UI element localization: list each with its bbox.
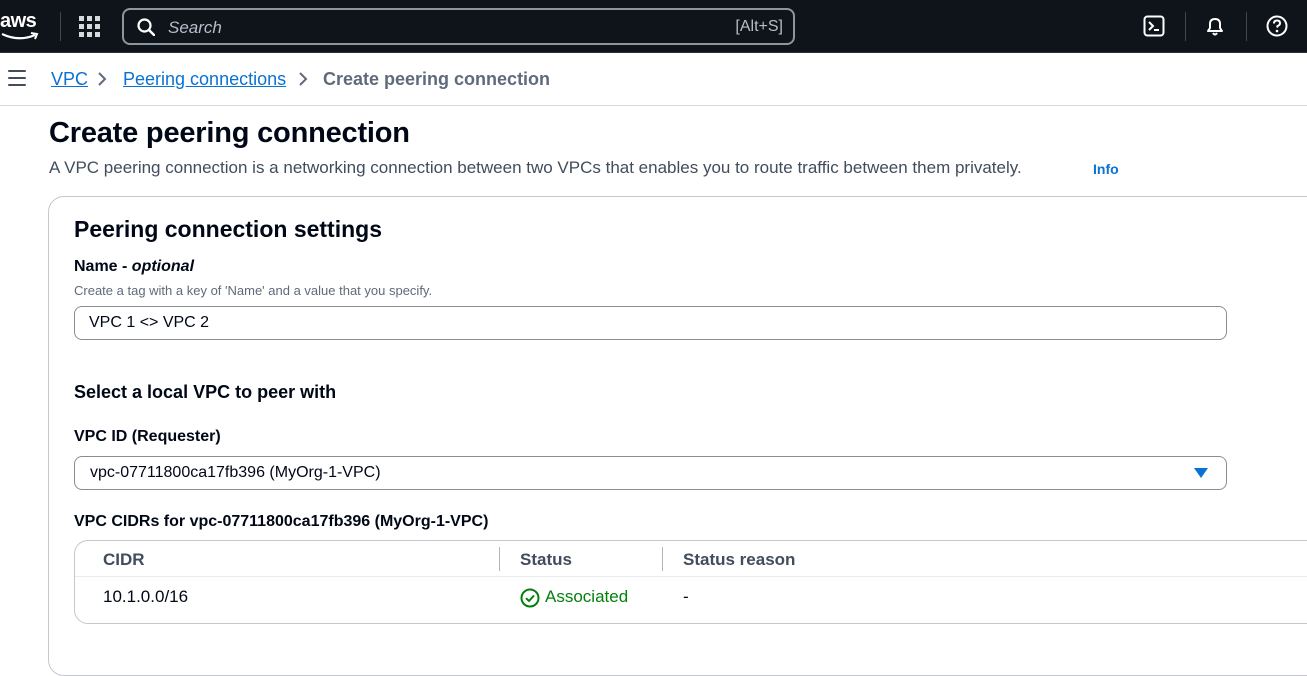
check-circle-icon bbox=[520, 588, 540, 608]
local-vpc-heading: Select a local VPC to peer with bbox=[74, 382, 337, 402]
breadcrumb-current-page: Create peering connection bbox=[323, 69, 551, 89]
cloudshell-icon[interactable] bbox=[1142, 14, 1166, 38]
column-divider[interactable] bbox=[499, 547, 500, 571]
nav-divider bbox=[1185, 12, 1186, 41]
help-icon[interactable] bbox=[1265, 14, 1289, 38]
search-placeholder: Search bbox=[168, 18, 222, 37]
section-title: Peering connection settings bbox=[74, 216, 382, 242]
name-label-separator: - bbox=[117, 258, 132, 275]
column-header-status[interactable]: Status bbox=[520, 550, 572, 570]
name-field-label: Name - optional bbox=[74, 258, 194, 276]
breadcrumb-vpc[interactable]: VPC bbox=[51, 69, 88, 90]
aws-logo[interactable]: aws bbox=[0, 10, 44, 42]
vpc-id-selected-value: vpc-07711800ca17fb396 (MyOrg-1-VPC) bbox=[90, 464, 381, 481]
search-icon bbox=[137, 18, 155, 36]
page-description: A VPC peering connection is a networking… bbox=[49, 158, 1022, 177]
name-input[interactable] bbox=[74, 306, 1227, 340]
cell-cidr: 10.1.0.0/16 bbox=[103, 587, 189, 606]
bell-icon[interactable] bbox=[1203, 14, 1227, 38]
caret-down-icon bbox=[1194, 468, 1208, 478]
chevron-right-icon bbox=[98, 72, 107, 86]
aws-smile-icon bbox=[1, 32, 39, 40]
aws-logo-text: aws bbox=[0, 10, 37, 32]
menu-icon[interactable] bbox=[8, 70, 26, 86]
table-row-divider bbox=[75, 576, 1307, 577]
vpc-cidrs-label: VPC CIDRs for vpc-07711800ca17fb396 (MyO… bbox=[74, 513, 489, 530]
page-title: Create peering connection bbox=[49, 117, 410, 149]
services-grid-icon[interactable] bbox=[79, 16, 101, 38]
column-header-status-reason[interactable]: Status reason bbox=[683, 550, 795, 570]
optional-indicator: optional bbox=[131, 258, 195, 275]
name-field-description: Create a tag with a key of 'Name' and a … bbox=[74, 283, 433, 298]
search-shortcut-hint: [Alt+S] bbox=[735, 18, 783, 35]
breadcrumb-peering-connections[interactable]: Peering connections bbox=[123, 69, 286, 90]
column-divider[interactable] bbox=[662, 547, 663, 571]
global-search-input[interactable]: Search [Alt+S] bbox=[122, 8, 795, 45]
vpc-id-select[interactable]: vpc-07711800ca17fb396 (MyOrg-1-VPC) bbox=[74, 456, 1227, 490]
vpc-id-label: VPC ID (Requester) bbox=[74, 428, 221, 445]
column-header-cidr[interactable]: CIDR bbox=[103, 550, 145, 570]
breadcrumb-bar: VPC Peering connections Create peering c… bbox=[0, 53, 1307, 106]
cell-status: Associated bbox=[545, 587, 629, 606]
name-label-text: Name bbox=[74, 258, 118, 275]
info-link[interactable]: Info bbox=[1093, 161, 1119, 177]
cell-status-reason: - bbox=[683, 587, 689, 606]
nav-divider bbox=[1246, 12, 1247, 41]
chevron-right-icon bbox=[299, 72, 308, 86]
nav-divider bbox=[60, 12, 61, 41]
top-navigation-bar: aws Search [Alt+S] bbox=[0, 0, 1307, 53]
